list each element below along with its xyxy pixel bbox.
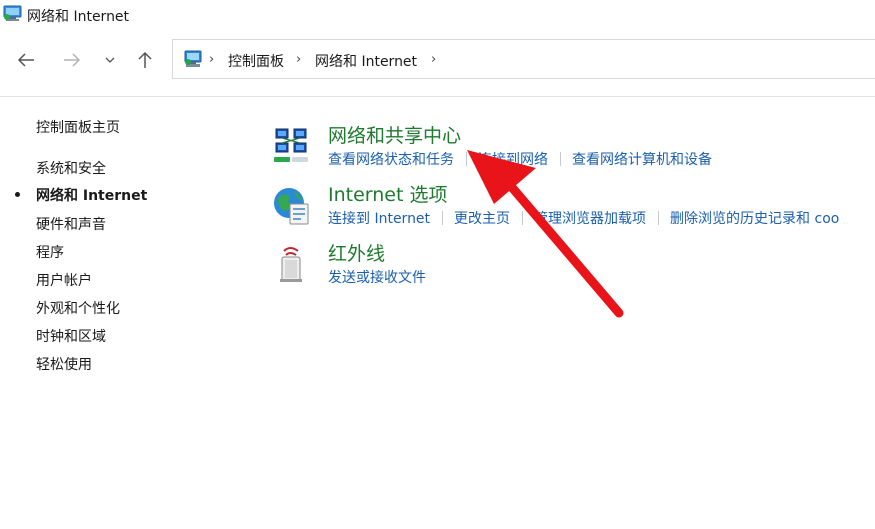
breadcrumb-control-panel[interactable]: 控制面板 [228,51,284,71]
link-send-receive-files[interactable]: 发送或接收文件 [328,270,426,286]
sidebar-item-programs[interactable]: 程序 [36,242,64,262]
breadcrumb-network-internet[interactable]: 网络和 Internet [315,51,417,71]
network-folder-icon [3,5,22,21]
chevron-down-icon [105,57,115,63]
up-button[interactable] [133,48,157,72]
infrared-icon[interactable] [272,245,312,285]
category-links: 发送或接收文件 [328,267,426,287]
category-title-infrared[interactable]: 红外线 [328,239,385,266]
sidebar-item-network-internet[interactable]: 网络和 Internet [36,185,147,205]
arrow-left-icon [17,53,34,67]
breadcrumb-separator-icon[interactable]: › [296,52,301,67]
arrow-up-icon [138,51,152,68]
link-delete-browsing-history[interactable]: 删除浏览的历史记录和 coo [670,211,839,227]
address-bar[interactable]: › 控制面板 › 网络和 Internet › [172,39,875,79]
breadcrumb-separator-icon[interactable]: › [431,52,436,67]
header-divider [0,96,875,97]
link-separator [522,211,524,225]
link-view-network-status[interactable]: 查看网络状态和任务 [328,152,454,168]
internet-options-globe-icon[interactable] [272,186,312,226]
window-title: 网络和 Internet [27,9,130,25]
recent-locations-button[interactable] [98,48,122,72]
network-sharing-center-icon[interactable] [272,127,312,167]
link-connect-to-network[interactable]: 连接到网络 [478,152,548,168]
category-links: 连接到 Internet 更改主页 管理浏览器加载项 删除浏览的历史记录和 coo [328,208,839,228]
link-separator [658,211,660,225]
current-item-bullet [15,192,20,197]
forward-button[interactable] [60,48,84,72]
link-change-homepage[interactable]: 更改主页 [454,211,510,227]
sidebar-item-ease-of-access[interactable]: 轻松使用 [36,354,92,374]
arrow-right-icon [64,53,81,67]
category-links: 查看网络状态和任务 连接到网络 查看网络计算机和设备 [328,149,712,169]
sidebar-item-appearance[interactable]: 外观和个性化 [36,298,120,318]
link-separator [560,152,561,166]
link-connect-to-internet[interactable]: 连接到 Internet [328,211,430,227]
link-separator [466,152,467,166]
link-view-network-computers[interactable]: 查看网络计算机和设备 [572,152,712,168]
back-button[interactable] [14,48,38,72]
title-bar: 网络和 Internet [0,0,875,30]
sidebar-item-hardware-sound[interactable]: 硬件和声音 [36,214,106,234]
sidebar-item-clock-region[interactable]: 时钟和区域 [36,326,106,346]
link-separator [442,211,444,225]
control-panel-network-icon [184,50,202,67]
sidebar-item-user-accounts[interactable]: 用户帐户 [36,270,92,290]
category-title-internet-options[interactable]: Internet 选项 [328,180,447,207]
navigation-bar: › 控制面板 › 网络和 Internet › [0,38,875,82]
sidebar-item-control-panel-home[interactable]: 控制面板主页 [36,117,120,137]
breadcrumb-separator-icon[interactable]: › [209,52,214,67]
sidebar-item-system-security[interactable]: 系统和安全 [36,158,106,178]
link-manage-browser-addons[interactable]: 管理浏览器加载项 [534,211,646,227]
category-title-network-sharing-center[interactable]: 网络和共享中心 [328,121,461,148]
